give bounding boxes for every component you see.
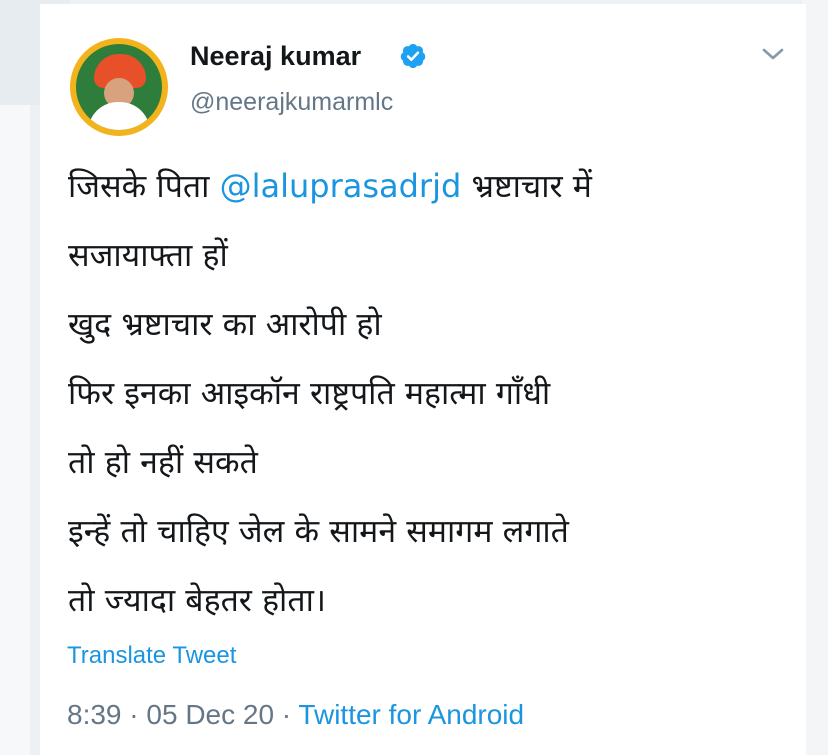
tweet-line: तो ज्यादा बेहतर होता। xyxy=(68,581,327,619)
verified-badge-icon xyxy=(400,43,426,69)
author-handle[interactable]: @neerajkumarmlc xyxy=(190,88,393,117)
mention-link[interactable]: @laluprasadrjd xyxy=(220,167,462,205)
background-left-strip xyxy=(0,0,30,755)
tweet-date[interactable]: 05 Dec 20 xyxy=(146,699,274,730)
tweet-line: इन्हें तो चाहिए जेल के सामने समागम लगाते xyxy=(68,512,569,550)
tweet-line: सजायाफ्ता हों xyxy=(68,236,228,274)
meta-separator: · xyxy=(121,699,147,730)
avatar-photo xyxy=(76,44,162,130)
tweet-line: फिर इनका आइकॉन राष्ट्रपति महात्मा गाँधी xyxy=(68,374,551,412)
tweet-card: Neeraj kumar @neerajkumarmlc जिसके पिता … xyxy=(40,4,806,755)
tweet-text-segment: जिसके पिता xyxy=(68,167,220,205)
tweet-line: खुद भ्रष्टाचार का आरोपी हो xyxy=(68,305,382,343)
avatar[interactable] xyxy=(70,38,168,136)
tweet-text: जिसके पिता @laluprasadrjd भ्रष्टाचार में… xyxy=(68,152,798,635)
tweet-source-link[interactable]: Twitter for Android xyxy=(298,699,524,730)
tweet-text-segment: भ्रष्टाचार में xyxy=(461,167,592,205)
chevron-down-icon[interactable] xyxy=(760,44,786,64)
meta-separator: · xyxy=(274,699,299,730)
author-display-name[interactable]: Neeraj kumar xyxy=(190,41,361,72)
tweet-line: तो हो नहीं सकते xyxy=(68,443,258,481)
tweet-line: जिसके पिता @laluprasadrjd भ्रष्टाचार में xyxy=(68,152,798,221)
translate-tweet-link[interactable]: Translate Tweet xyxy=(67,642,236,670)
avatar-shirt xyxy=(88,102,150,130)
tweet-metadata: 8:39 · 05 Dec 20 · Twitter for Android xyxy=(67,699,524,731)
tweet-time[interactable]: 8:39 xyxy=(67,699,122,730)
